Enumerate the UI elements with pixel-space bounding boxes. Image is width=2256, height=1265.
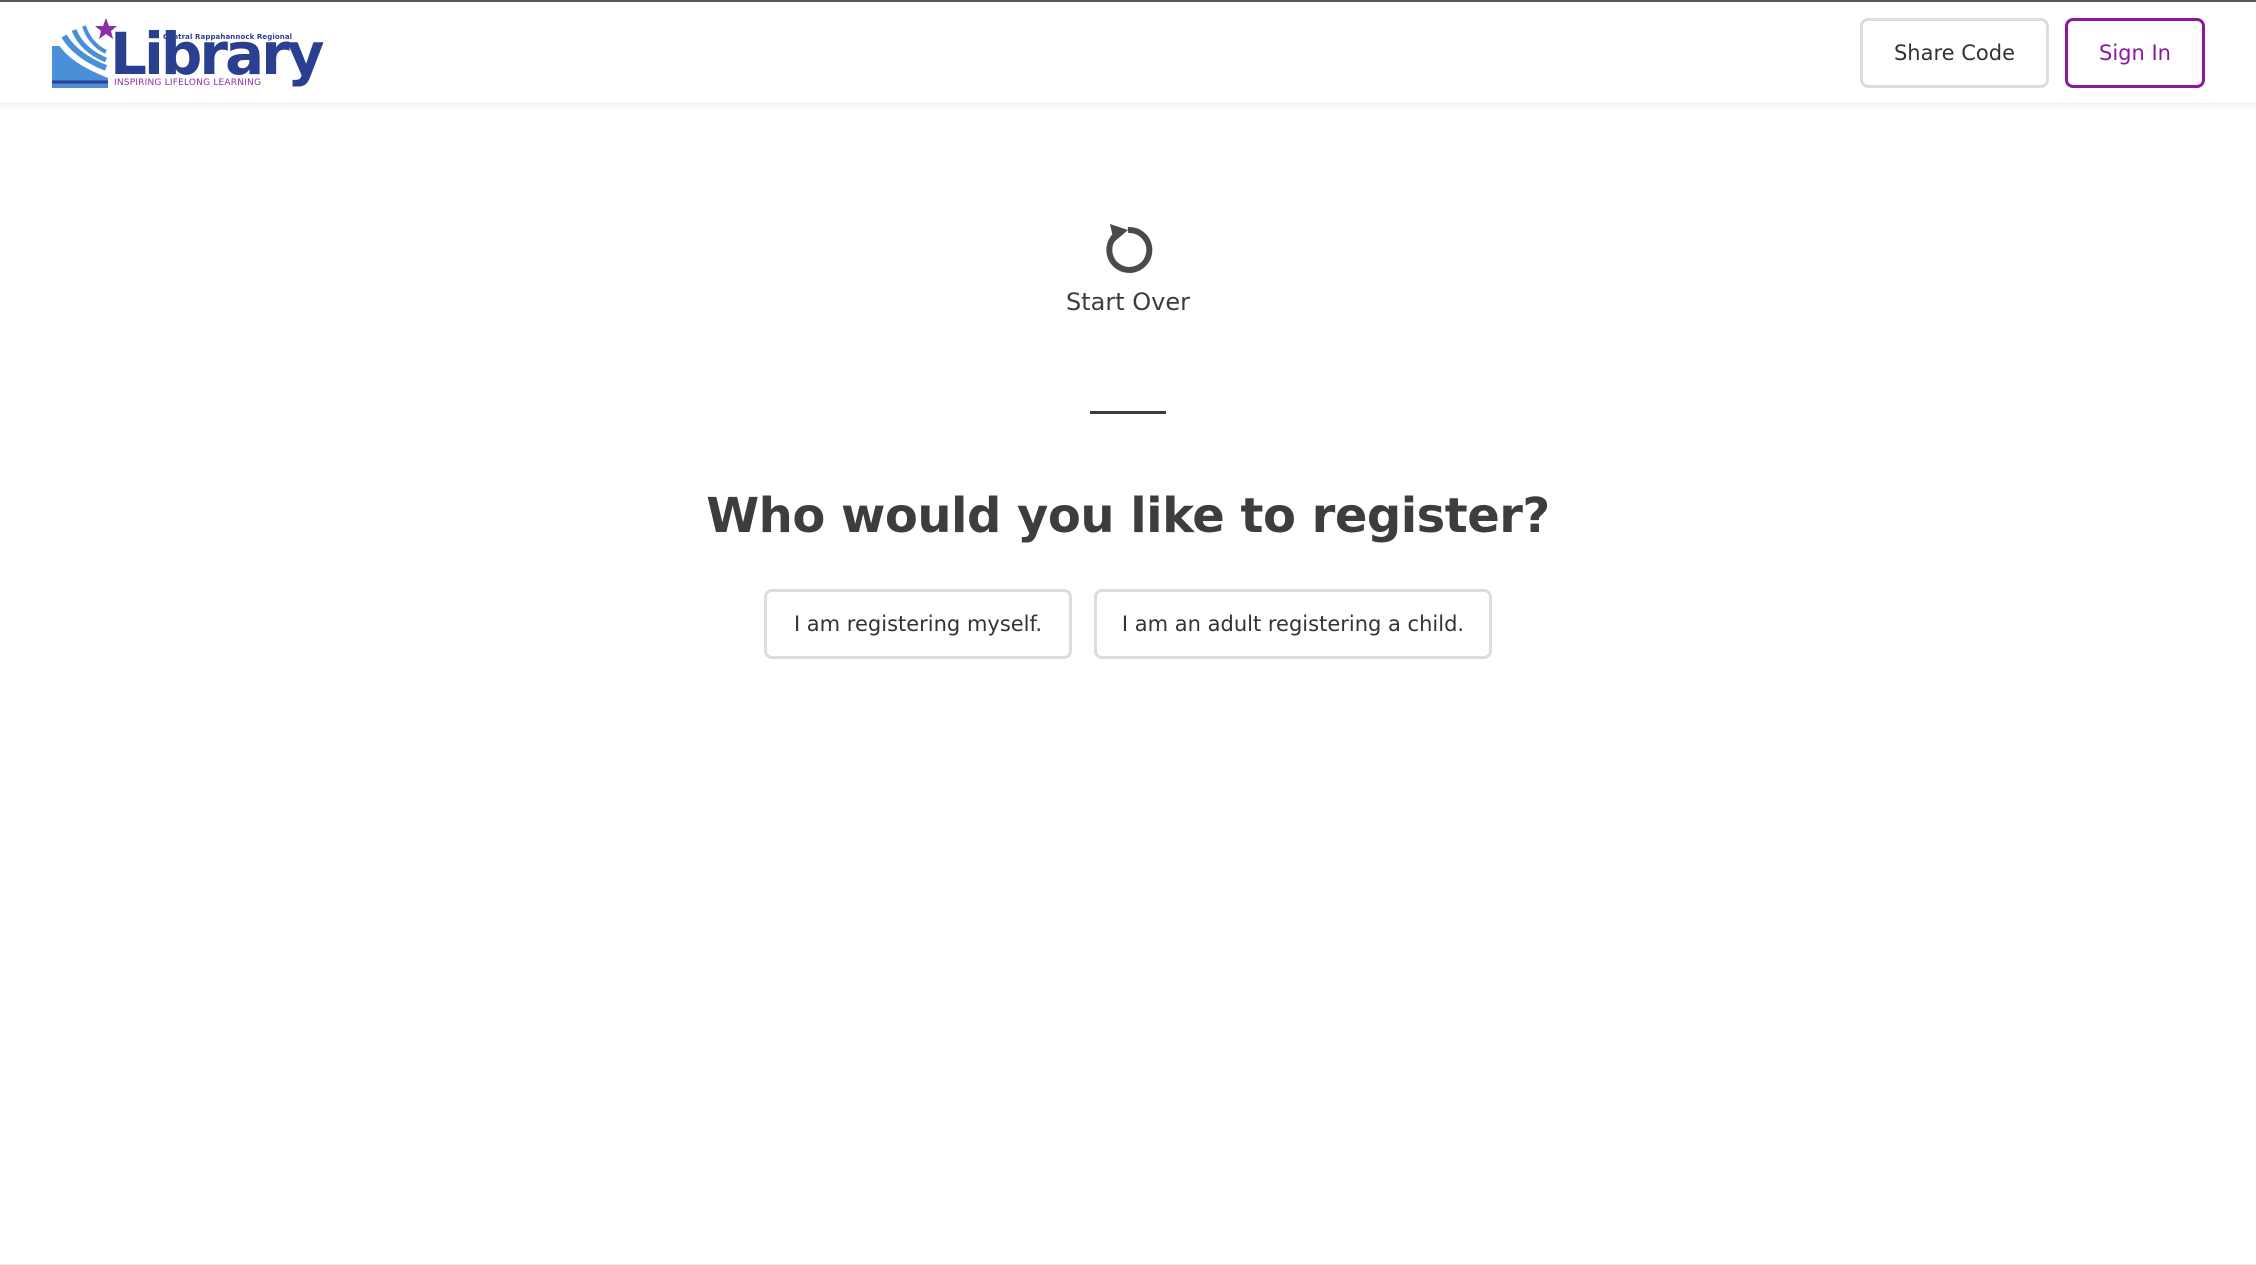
logo-wordmark: Library [110, 20, 325, 88]
start-over-label: Start Over [1066, 288, 1190, 316]
logo-tagline: INSPIRING LIFELONG LEARNING [114, 78, 262, 88]
page: Central Rappahannock Regional Library IN… [0, 0, 2256, 1265]
register-myself-button[interactable]: I am registering myself. [764, 589, 1072, 659]
refresh-icon [1106, 224, 1153, 273]
header: Central Rappahannock Regional Library IN… [0, 2, 2256, 104]
register-child-button[interactable]: I am an adult registering a child. [1094, 589, 1492, 659]
page-title: Who would you like to register? [706, 488, 1550, 544]
registration-options: I am registering myself. I am an adult r… [0, 589, 2256, 659]
share-code-button[interactable]: Share Code [1860, 18, 2049, 88]
sign-in-button[interactable]: Sign In [2065, 18, 2205, 88]
section-divider [1090, 411, 1166, 414]
start-over-button[interactable]: Start Over [1028, 220, 1228, 340]
library-logo[interactable]: Central Rappahannock Regional Library IN… [50, 16, 325, 90]
